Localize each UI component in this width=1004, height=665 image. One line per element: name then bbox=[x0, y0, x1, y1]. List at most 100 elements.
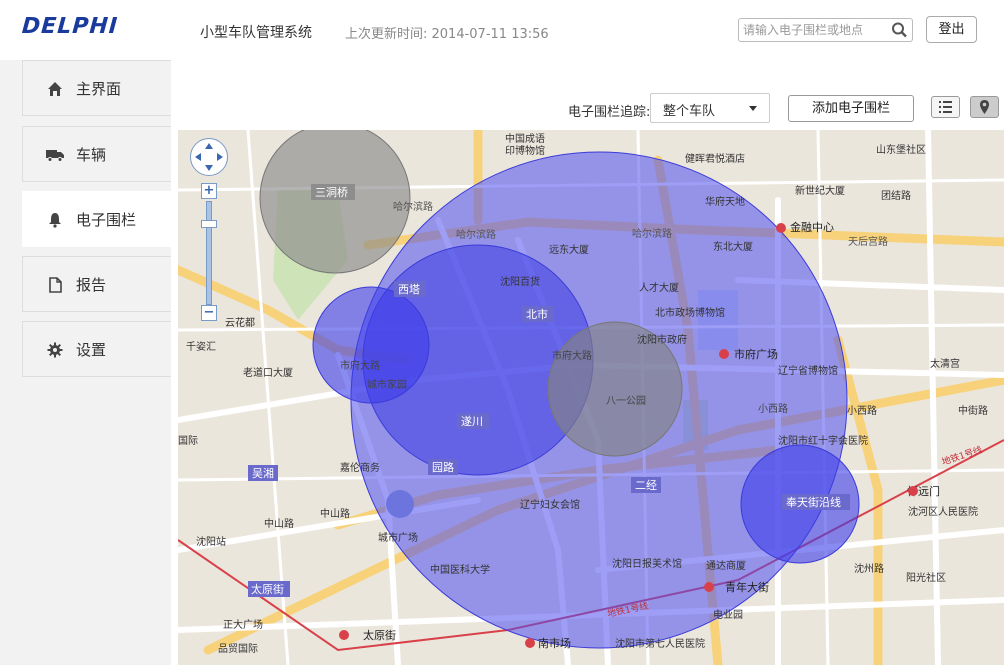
zoom-control: + − bbox=[201, 183, 217, 323]
map-label: 电业园 bbox=[713, 608, 743, 621]
map-label: 华府天地 bbox=[705, 195, 745, 208]
logout-button[interactable]: 登出 bbox=[926, 16, 977, 43]
sidebar-item-reports[interactable]: 报告 bbox=[22, 256, 171, 312]
zoom-slider-handle[interactable] bbox=[201, 220, 217, 228]
map-label: 正大广场 bbox=[223, 618, 263, 631]
sidebar: 主界面 车辆 电子围栏 报告 设置 bbox=[0, 60, 171, 665]
sidebar-item-label: 主界面 bbox=[76, 80, 122, 98]
map-label: 沈阳市政府 bbox=[637, 333, 687, 346]
zoom-in-button[interactable]: + bbox=[201, 183, 217, 199]
map-badge: 三洞桥 bbox=[315, 186, 348, 199]
map-label: 太原街 bbox=[363, 628, 396, 642]
map-label: 沈河区人民医院 bbox=[908, 505, 978, 518]
pan-arrows-icon bbox=[195, 143, 223, 171]
map-label: 沈州路 bbox=[854, 562, 884, 575]
map-label: 国际 bbox=[178, 435, 198, 447]
map-label: 辽宁省博物馆 bbox=[778, 364, 838, 377]
map-label: 市府大路 bbox=[340, 359, 380, 372]
main-panel: 电子围栏追踪: 整个车队 添加电子围栏 中国成语 印博物馆 健晖君悦酒店 山东堡… bbox=[171, 60, 1004, 665]
sidebar-item-home[interactable]: 主界面 bbox=[22, 60, 171, 116]
map-label: 北市政场博物馆 bbox=[655, 306, 725, 319]
map-view-button[interactable] bbox=[970, 96, 999, 118]
zoom-out-button[interactable]: − bbox=[201, 305, 217, 321]
map-label: 东北大厦 bbox=[713, 240, 753, 253]
map-label: 千姿汇 bbox=[186, 340, 216, 353]
tracking-label: 电子围栏追踪: bbox=[568, 105, 651, 120]
map-label: 中国成语 bbox=[505, 132, 545, 145]
map-label: 印博物馆 bbox=[505, 144, 545, 157]
map-badge: 园路 bbox=[432, 461, 454, 474]
map-label: 人才大厦 bbox=[639, 281, 679, 294]
list-icon bbox=[939, 101, 952, 113]
search-box bbox=[738, 18, 913, 42]
map-label: 城市家园 bbox=[367, 378, 407, 391]
map-label: 城市广场 bbox=[378, 531, 418, 544]
map-badge: 吴湘 bbox=[252, 466, 274, 480]
truck-icon bbox=[46, 150, 64, 162]
document-icon bbox=[49, 277, 62, 293]
sidebar-item-label: 设置 bbox=[76, 341, 107, 359]
map-badge: 西塔 bbox=[398, 283, 420, 296]
map-label: 市府大路 bbox=[552, 349, 592, 362]
map-badge: 奉天街沿线 bbox=[786, 495, 841, 509]
zoom-slider-track[interactable] bbox=[206, 201, 212, 305]
sidebar-item-label: 车辆 bbox=[76, 146, 107, 164]
map-view[interactable]: 中国成语 印博物馆 健晖君悦酒店 山东堡社区 华府天地 新世纪大厦 团结路 哈尔… bbox=[178, 130, 1004, 665]
map-badge: 遂川 bbox=[461, 414, 483, 428]
map-marker-icon bbox=[980, 100, 989, 114]
map-label: 山东堡社区 bbox=[876, 143, 926, 156]
search-icon bbox=[892, 22, 907, 38]
map-label: 中山路 bbox=[320, 507, 350, 520]
map-badge: 太原街 bbox=[251, 582, 284, 596]
last-update-text: 上次更新时间: 2014-07-11 13:56 bbox=[345, 27, 549, 42]
map-label: 天后宫路 bbox=[848, 235, 888, 248]
map-pan-control[interactable] bbox=[190, 138, 228, 176]
map-label: 中国医科大学 bbox=[430, 563, 490, 576]
sidebar-item-geofence[interactable]: 电子围栏 bbox=[22, 191, 171, 247]
search-input[interactable] bbox=[739, 19, 895, 41]
delphi-logo: DELPHI bbox=[21, 14, 119, 39]
map-label: 市府广场 bbox=[734, 347, 778, 361]
map-label: 沈阳市红十字会医院 bbox=[778, 434, 868, 447]
tracking-select[interactable]: 整个车队 bbox=[650, 93, 770, 123]
map-label: 小西路 bbox=[758, 402, 788, 415]
map-label: 小西路 bbox=[847, 404, 877, 417]
map-label: 哈尔滨路 bbox=[632, 227, 672, 240]
sidebar-item-vehicles[interactable]: 车辆 bbox=[22, 126, 171, 182]
map-label: 中山路 bbox=[264, 517, 294, 530]
list-view-button[interactable] bbox=[931, 96, 960, 118]
sidebar-item-label: 电子围栏 bbox=[76, 211, 137, 229]
bell-icon bbox=[49, 213, 61, 228]
map-label: 沈阳百货 bbox=[500, 275, 540, 288]
geofence-sandongqiao bbox=[259, 130, 411, 274]
map-label: 远东大厦 bbox=[549, 243, 589, 256]
map-label: 阳光社区 bbox=[906, 571, 946, 584]
add-fence-button[interactable]: 添加电子围栏 bbox=[788, 95, 914, 122]
caret-down-icon bbox=[749, 106, 757, 111]
map-label: 嘉伦商务 bbox=[340, 461, 380, 474]
map-label: 哈尔滨路 bbox=[456, 228, 496, 241]
map-label: 南市场 bbox=[538, 636, 571, 650]
map-canvas: 中国成语 印博物馆 健晖君悦酒店 山东堡社区 华府天地 新世纪大厦 团结路 哈尔… bbox=[178, 130, 1004, 665]
map-label: 沈阳市第七人民医院 bbox=[615, 637, 705, 650]
map-label: 辽宁妇女会馆 bbox=[520, 498, 580, 511]
sidebar-item-settings[interactable]: 设置 bbox=[22, 321, 171, 377]
search-button[interactable] bbox=[890, 21, 910, 39]
map-label: 金融中心 bbox=[790, 220, 834, 234]
map-label: 团结路 bbox=[881, 189, 911, 202]
map-label: 健晖君悦酒店 bbox=[685, 152, 745, 165]
map-badge: 二经 bbox=[635, 479, 657, 492]
map-label: 品贸国际 bbox=[218, 643, 258, 655]
map-label: 太清宫 bbox=[930, 357, 960, 370]
home-icon bbox=[48, 82, 62, 96]
map-label: 老道口大厦 bbox=[243, 366, 293, 379]
map-label: 青年大街 bbox=[725, 580, 769, 594]
map-label: 哈尔滨路 bbox=[393, 200, 433, 213]
map-label: 沈阳日报美术馆 bbox=[612, 557, 682, 570]
map-badge: 北市 bbox=[526, 307, 548, 321]
sidebar-item-label: 报告 bbox=[76, 276, 107, 294]
map-label: 通达商厦 bbox=[706, 559, 746, 572]
header: DELPHI 小型车队管理系统 上次更新时间: 2014-07-11 13:56… bbox=[0, 0, 1004, 60]
tracking-select-value: 整个车队 bbox=[663, 104, 716, 119]
map-label: 中街路 bbox=[958, 404, 988, 417]
